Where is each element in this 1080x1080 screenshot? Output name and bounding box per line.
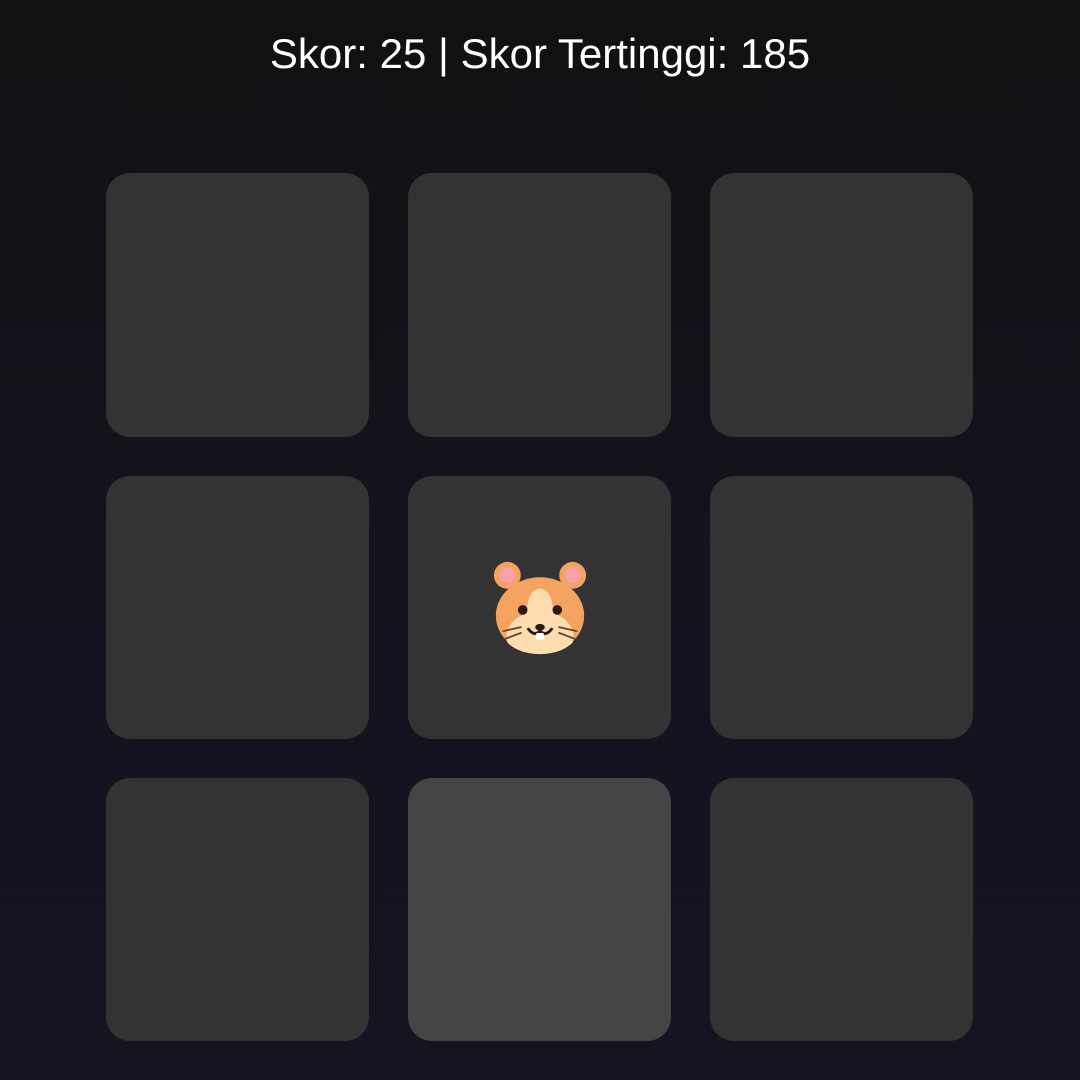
hole-7[interactable] bbox=[106, 778, 369, 1041]
game-board bbox=[106, 173, 974, 1042]
hamster-icon[interactable] bbox=[492, 560, 588, 656]
score-separator: | bbox=[438, 30, 449, 77]
hole-4[interactable] bbox=[106, 476, 369, 739]
score-label: Skor: bbox=[269, 30, 368, 77]
hole-8[interactable] bbox=[408, 778, 671, 1041]
hole-5[interactable] bbox=[408, 476, 671, 739]
score-value: 25 bbox=[379, 30, 427, 77]
score-display: Skor: 25 | Skor Tertinggi: 185 bbox=[0, 28, 1080, 80]
hole-6[interactable] bbox=[710, 476, 973, 739]
hole-2[interactable] bbox=[408, 173, 671, 437]
hole-1[interactable] bbox=[106, 173, 369, 437]
high-score-label: Skor Tertinggi: bbox=[460, 30, 729, 77]
hole-3[interactable] bbox=[710, 173, 973, 437]
hole-9[interactable] bbox=[710, 778, 973, 1041]
high-score-value: 185 bbox=[739, 30, 811, 77]
